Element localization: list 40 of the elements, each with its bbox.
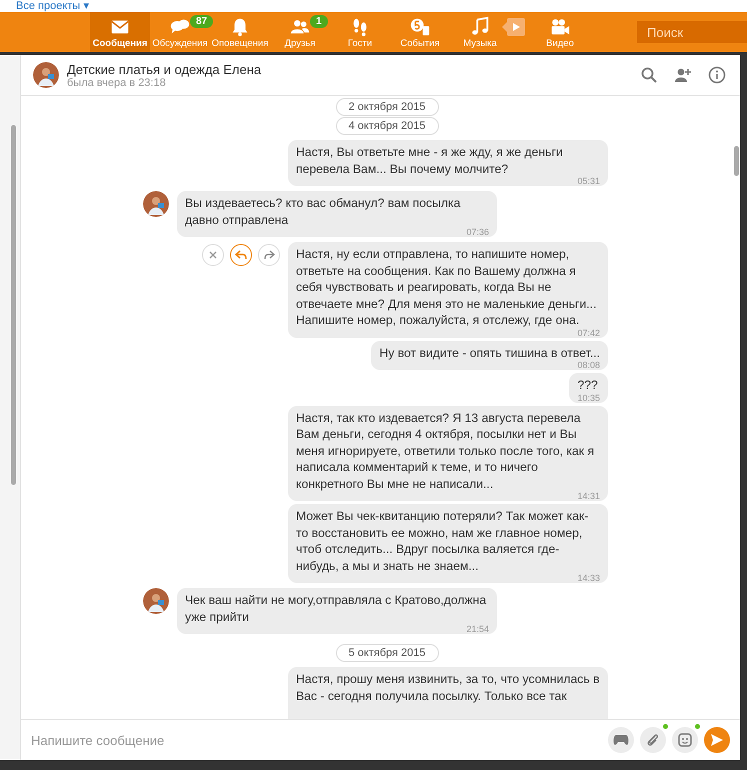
count-badge: 87 xyxy=(190,15,214,28)
nav-label: События xyxy=(400,38,440,48)
nav-label: Сообщения xyxy=(92,38,148,48)
nav-label: Обсуждения xyxy=(152,38,208,48)
nav-label: Музыка xyxy=(463,38,497,48)
nav-tab[interactable]: Видео xyxy=(530,12,590,52)
date-separator: 5 октября 2015 xyxy=(336,644,438,662)
search-field[interactable]: Поиск xyxy=(637,21,747,43)
all-projects-link[interactable]: Все проекты ▾ xyxy=(16,1,90,12)
last-seen-status: была вчера в 23:18 xyxy=(67,76,167,88)
nav-label: Оповещения xyxy=(212,38,268,48)
date-separator: 4 октября 2015 xyxy=(336,117,438,135)
message-time: 14:31 xyxy=(577,492,600,501)
chat-title: Детские платья и одежда Елена xyxy=(67,62,262,76)
message-text: Вы издеваетесь? кто вас обманул? вам посылка давно отправлена xyxy=(185,195,462,228)
message-text: Может Вы чек-квитанцию потеряли? Так может как-то восстановить ее можно, нам же главное номер, чтоб отследить... Вдруг посылка валяется где-нибудь, а мы и знать не знаем... xyxy=(296,508,590,574)
nav-tab[interactable]: Друзья 1 xyxy=(270,12,330,52)
message-time: 05:31 xyxy=(577,177,600,186)
message-text: Настя, прошу меня извинить, за то, что усомнилась в Вас - сегодня получила посылку. Только все так xyxy=(296,671,600,704)
nav-label: Друзья xyxy=(284,38,316,48)
nav-tab[interactable]: События xyxy=(390,12,450,52)
message-text: Настя, ну если отправлена, то напишите номер, ответьте на сообщения. Как по Вашему должна я себя чувствовать и реагировать, когда Вы не отвечаете мне? Для меня это не маленькие деньги... Напишите номер, пожалуйста, я отслежу, где она. xyxy=(296,246,598,328)
message-time: 10:35 xyxy=(577,394,600,402)
message-time: 08:08 xyxy=(577,361,600,370)
nav-label: Гости xyxy=(348,38,372,48)
date-separator: 2 октября 2015 xyxy=(336,98,438,116)
nav-tab[interactable]: Сообщения xyxy=(90,12,150,52)
message-text: Ну вот видите - опять тишина в ответ... xyxy=(379,344,600,361)
message-time: 07:36 xyxy=(466,228,489,237)
message-text: Настя, Вы ответьте мне - я же жду, я же деньги перевела Вам... Вы почему молчите? xyxy=(296,144,564,177)
message-time: 21:54 xyxy=(466,625,489,634)
message-text: ??? xyxy=(577,377,599,394)
message-time: 07:42 xyxy=(577,328,600,338)
nav-tab[interactable]: Музыка xyxy=(450,12,510,52)
nav-tab[interactable]: Гости xyxy=(330,12,390,52)
nav-label: Видео xyxy=(546,38,574,48)
message-text: Настя, так кто издевается? Я 13 августа перевела Вам деньги, сегодня 4 октября, посылки нет и Вы меня игнорируете, ответили только после того, как я написала комментарий к теме, и то ничего конкретного Вы мне не написали... xyxy=(296,410,596,492)
message-time: 14:33 xyxy=(577,574,600,583)
message-text: Чек ваш найти не могу,отправляла с Кратово,должна уже прийти xyxy=(185,592,488,625)
count-badge: 1 xyxy=(310,15,328,28)
